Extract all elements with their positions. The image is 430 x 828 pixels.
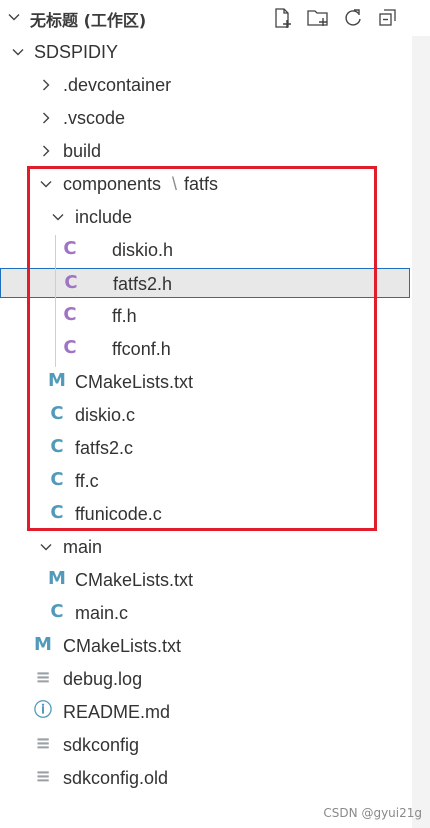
tree-file-cmakelists-txt[interactable]: M CMakeLists.txt (0, 631, 410, 661)
new-folder-icon[interactable] (305, 5, 331, 31)
tree-item-label: SDSPIDIY (34, 42, 119, 62)
tree-item-label: main (63, 537, 103, 557)
scrollbar-track[interactable] (412, 36, 430, 828)
tree-item-label: CMakeLists.txt (75, 570, 194, 590)
chevron-right-icon[interactable] (40, 112, 52, 124)
tree-folder-main[interactable]: main (0, 532, 410, 562)
tree-item-label: sdkconfig.old (63, 768, 169, 788)
chevron-right-icon[interactable] (40, 145, 52, 157)
cmake-file-icon: M (34, 634, 52, 655)
info-file-icon: ⓘ (34, 700, 52, 721)
tree-file-debug-log[interactable]: ≡ debug.log (0, 664, 410, 694)
tree-folder-sdspidiy[interactable]: SDSPIDIY (0, 37, 410, 67)
tree-folder-vscode[interactable]: .vscode (0, 103, 410, 133)
chevron-down-icon[interactable] (12, 46, 24, 58)
collapse-all-icon[interactable] (375, 5, 401, 31)
text-file-icon: ≡ (35, 733, 51, 754)
text-file-icon: ≡ (35, 766, 51, 787)
tree-item-label: sdkconfig (63, 735, 140, 755)
tree-item-label: build (63, 141, 102, 161)
explorer-header: 无标题 (工作区) (0, 0, 430, 36)
c-source-file-icon: C (50, 601, 64, 622)
tree-item-label: .vscode (63, 108, 126, 128)
workspace-title: 无标题 (工作区) (30, 11, 147, 30)
tree-file-sdkconfig[interactable]: ≡ sdkconfig (0, 730, 410, 760)
tree-file-cmakelists-txt[interactable]: M CMakeLists.txt (0, 565, 410, 595)
chevron-down-icon[interactable] (40, 541, 52, 553)
tree-folder-devcontainer[interactable]: .devcontainer (0, 70, 410, 100)
highlight-box (27, 166, 377, 531)
tree-item-label: main.c (75, 603, 129, 623)
refresh-icon[interactable] (340, 5, 366, 31)
tree-file-sdkconfig-old[interactable]: ≡ sdkconfig.old (0, 763, 410, 793)
explorer-actions (270, 5, 410, 31)
tree-file-main-c[interactable]: Cmain.c (0, 598, 410, 628)
tree-item-label: debug.log (63, 669, 143, 689)
chevron-right-icon[interactable] (40, 79, 52, 91)
tree-item-label: CMakeLists.txt (63, 636, 182, 656)
cmake-file-icon: M (48, 568, 66, 589)
text-file-icon: ≡ (35, 667, 51, 688)
tree-item-label: .devcontainer (63, 75, 172, 95)
tree-item-label: README.md (63, 702, 171, 722)
new-file-icon[interactable] (270, 5, 296, 31)
watermark: CSDN @gyui21g (323, 806, 422, 820)
chevron-down-icon[interactable] (8, 11, 20, 23)
tree-folder-build[interactable]: build (0, 136, 410, 166)
tree-file-readme-md[interactable]: ⓘ README.md (0, 697, 410, 727)
